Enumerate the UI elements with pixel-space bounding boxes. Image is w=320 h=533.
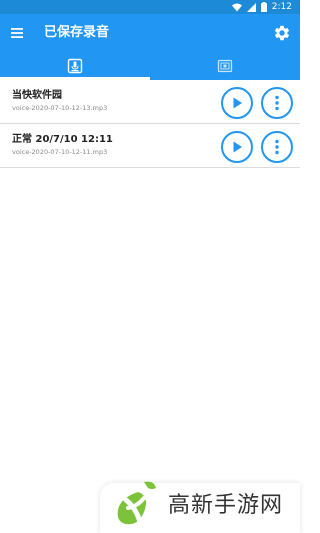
status-time: 2:12 xyxy=(271,2,292,12)
recording-filename: voice-2020-07-10-12-11.mp3 xyxy=(12,148,108,156)
microphone-download-icon xyxy=(67,58,83,74)
status-bar: 2:12 xyxy=(0,0,300,14)
tab-bar xyxy=(0,52,300,80)
folder-icon xyxy=(217,59,233,73)
app-bar: 已保存录音 xyxy=(0,14,300,52)
signal-icon xyxy=(246,2,256,12)
status-icons: 2:12 xyxy=(231,1,292,13)
recording-filename: voice-2020-07-10-12-13.mp3 xyxy=(12,104,108,112)
recordings-list: 当快软件园 voice-2020-07-10-12-13.mp3 正常 20/7… xyxy=(0,80,300,168)
battery-icon xyxy=(260,2,267,12)
tab-files[interactable] xyxy=(150,52,300,80)
more-vertical-icon xyxy=(275,139,279,155)
gear-icon xyxy=(274,25,290,41)
more-vertical-icon xyxy=(275,95,279,111)
play-icon xyxy=(233,97,242,109)
watermark-badge: 高新手游网 xyxy=(100,481,300,533)
menu-button[interactable] xyxy=(8,24,26,42)
tab-recordings[interactable] xyxy=(0,52,150,80)
play-icon xyxy=(233,141,242,153)
more-options-button[interactable] xyxy=(261,131,293,163)
leaf-logo-icon xyxy=(117,481,156,525)
list-item[interactable]: 正常 20/7/10 12:11 voice-2020-07-10-12-11.… xyxy=(0,124,300,168)
settings-button[interactable] xyxy=(273,24,291,42)
list-item[interactable]: 当快软件园 voice-2020-07-10-12-13.mp3 xyxy=(0,80,300,124)
play-button[interactable] xyxy=(221,87,253,119)
more-options-button[interactable] xyxy=(261,87,293,119)
play-button[interactable] xyxy=(221,131,253,163)
watermark-text: 高新手游网 xyxy=(168,493,284,518)
recording-title: 当快软件园 xyxy=(12,90,62,101)
recording-title: 正常 20/7/10 12:11 xyxy=(12,134,113,145)
hamburger-menu-icon xyxy=(11,28,23,38)
page-title: 已保存录音 xyxy=(44,25,110,40)
wifi-icon xyxy=(231,3,242,11)
